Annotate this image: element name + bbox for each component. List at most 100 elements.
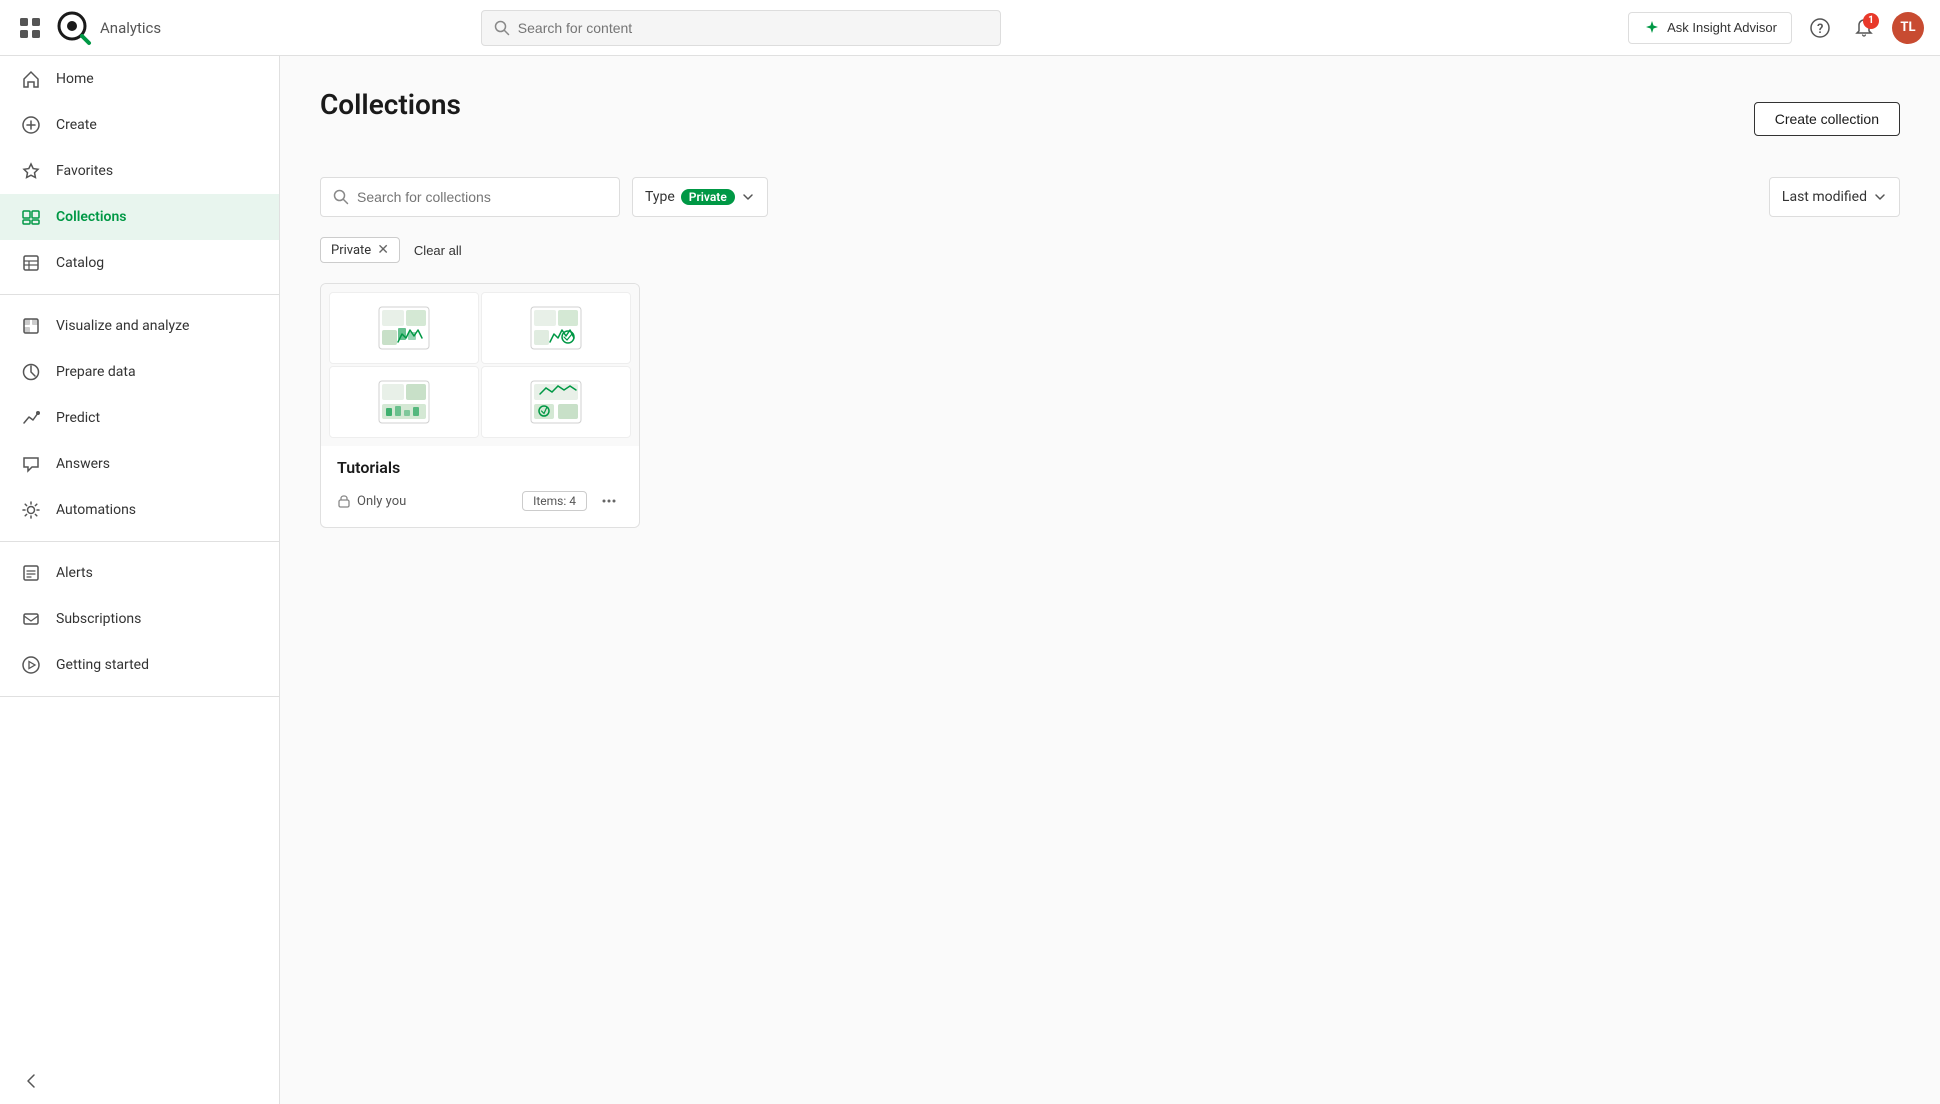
card-owner: Only you [337, 494, 406, 509]
predict-icon [20, 407, 42, 429]
getting-started-icon [20, 654, 42, 676]
chevron-down-icon [741, 190, 755, 204]
home-icon [20, 68, 42, 90]
last-modified-label: Last modified [1782, 189, 1867, 205]
sidebar-item-create[interactable]: Create [0, 102, 279, 148]
visualize-icon [20, 315, 42, 337]
card-right: Items: 4 [522, 487, 623, 515]
topbar-left: Analytics [16, 10, 161, 46]
items-badge: Items: 4 [522, 491, 587, 511]
card-thumb-3 [329, 366, 479, 438]
sidebar-label-catalog: Catalog [56, 255, 104, 271]
favorites-icon [20, 160, 42, 182]
collapse-icon [20, 1070, 42, 1092]
sidebar-label-alerts: Alerts [56, 565, 93, 581]
sidebar-item-getting-started[interactable]: Getting started [0, 642, 279, 688]
card-thumb-2 [481, 292, 631, 364]
card-thumbnails [321, 284, 639, 446]
sidebar-label-getting-started: Getting started [56, 657, 149, 673]
topbar-right: Ask Insight Advisor ? 1 TL [1628, 12, 1924, 44]
sidebar-label-automations: Automations [56, 502, 136, 518]
alerts-icon [20, 562, 42, 584]
ellipsis-icon [600, 492, 618, 510]
sidebar-item-alerts[interactable]: Alerts [0, 550, 279, 596]
clear-all-button[interactable]: Clear all [408, 239, 468, 262]
filter-tag-private-label: Private [331, 243, 371, 258]
card-thumb-1 [329, 292, 479, 364]
type-filter-label: Type [645, 189, 675, 205]
answers-icon [20, 453, 42, 475]
notification-badge: 1 [1863, 13, 1879, 29]
sidebar-item-collections[interactable]: Collections [0, 194, 279, 240]
last-modified-button[interactable]: Last modified [1769, 177, 1900, 217]
search-collections-input[interactable] [357, 189, 607, 205]
lock-icon [337, 494, 351, 508]
apps-icon[interactable] [16, 14, 44, 42]
filter-tag-private[interactable]: Private ✕ [320, 237, 400, 263]
nav-divider-2 [0, 541, 279, 542]
topbar: Analytics Ask Insight Advisor ? [0, 0, 1940, 56]
sidebar-label-favorites: Favorites [56, 163, 113, 179]
filter-tags-row: Private ✕ Clear all [320, 237, 1900, 263]
subscriptions-icon [20, 608, 42, 630]
insight-advisor-label: Ask Insight Advisor [1667, 20, 1777, 35]
type-filter-button[interactable]: Type Private [632, 177, 768, 217]
automations-icon [20, 499, 42, 521]
main-content: Collections Create collection Type Priva… [280, 56, 1940, 1104]
sidebar-item-automations[interactable]: Automations [0, 487, 279, 533]
sidebar-item-subscriptions[interactable]: Subscriptions [0, 596, 279, 642]
card-thumb-4 [481, 366, 631, 438]
sidebar-item-home[interactable]: Home [0, 56, 279, 102]
create-icon [20, 114, 42, 136]
qlik-logo[interactable]: Analytics [56, 10, 161, 46]
sidebar-label-answers: Answers [56, 456, 110, 472]
sidebar-collapse[interactable] [0, 1058, 279, 1104]
svg-text:?: ? [1817, 22, 1823, 37]
global-search-bar[interactable] [481, 10, 1001, 46]
sidebar-item-prepare[interactable]: Prepare data [0, 349, 279, 395]
sidebar-label-predict: Predict [56, 410, 100, 426]
page-title: Collections [320, 88, 461, 121]
toolbar-row: Type Private Last modified [320, 177, 1900, 217]
sidebar-item-predict[interactable]: Predict [0, 395, 279, 441]
sidebar-item-answers[interactable]: Answers [0, 441, 279, 487]
help-icon: ? [1810, 18, 1830, 38]
sidebar-label-prepare: Prepare data [56, 364, 136, 380]
prepare-icon [20, 361, 42, 383]
sidebar-label-visualize: Visualize and analyze [56, 318, 189, 334]
card-footer: Only you Items: 4 [337, 487, 623, 515]
card-owner-label: Only you [357, 494, 406, 509]
sidebar-item-catalog[interactable]: Catalog [0, 240, 279, 286]
search-icon [494, 20, 510, 36]
analytics-label: Analytics [100, 19, 161, 37]
sidebar-item-favorites[interactable]: Favorites [0, 148, 279, 194]
global-search-input[interactable] [518, 20, 988, 36]
layout: Home Create Favorites [0, 56, 1940, 1104]
last-modified-chevron-icon [1873, 190, 1887, 204]
sidebar-label-collections: Collections [56, 209, 126, 225]
help-button[interactable]: ? [1804, 12, 1836, 44]
sidebar-item-visualize[interactable]: Visualize and analyze [0, 303, 279, 349]
sidebar-label-create: Create [56, 117, 97, 133]
insight-icon [1643, 19, 1661, 37]
type-filter-badge: Private [681, 189, 735, 205]
sidebar-label-subscriptions: Subscriptions [56, 611, 141, 627]
nav-divider-1 [0, 294, 279, 295]
search-collections-icon [333, 189, 349, 205]
collection-card-tutorials[interactable]: Tutorials Only you Items: 4 [320, 283, 640, 528]
nav-divider-3 [0, 696, 279, 697]
sidebar: Home Create Favorites [0, 56, 280, 1104]
search-collections-container[interactable] [320, 177, 620, 217]
more-options-button[interactable] [595, 487, 623, 515]
card-body: Tutorials Only you Items: 4 [321, 446, 639, 527]
filter-tag-remove-icon[interactable]: ✕ [377, 242, 389, 258]
insight-advisor-button[interactable]: Ask Insight Advisor [1628, 12, 1792, 44]
sidebar-label-home: Home [56, 71, 94, 87]
catalog-icon [20, 252, 42, 274]
notifications-button[interactable]: 1 [1848, 12, 1880, 44]
collections-icon [20, 206, 42, 228]
user-avatar[interactable]: TL [1892, 12, 1924, 44]
create-collection-button[interactable]: Create collection [1754, 102, 1900, 136]
collection-grid: Tutorials Only you Items: 4 [320, 283, 1900, 528]
card-title: Tutorials [337, 458, 623, 477]
